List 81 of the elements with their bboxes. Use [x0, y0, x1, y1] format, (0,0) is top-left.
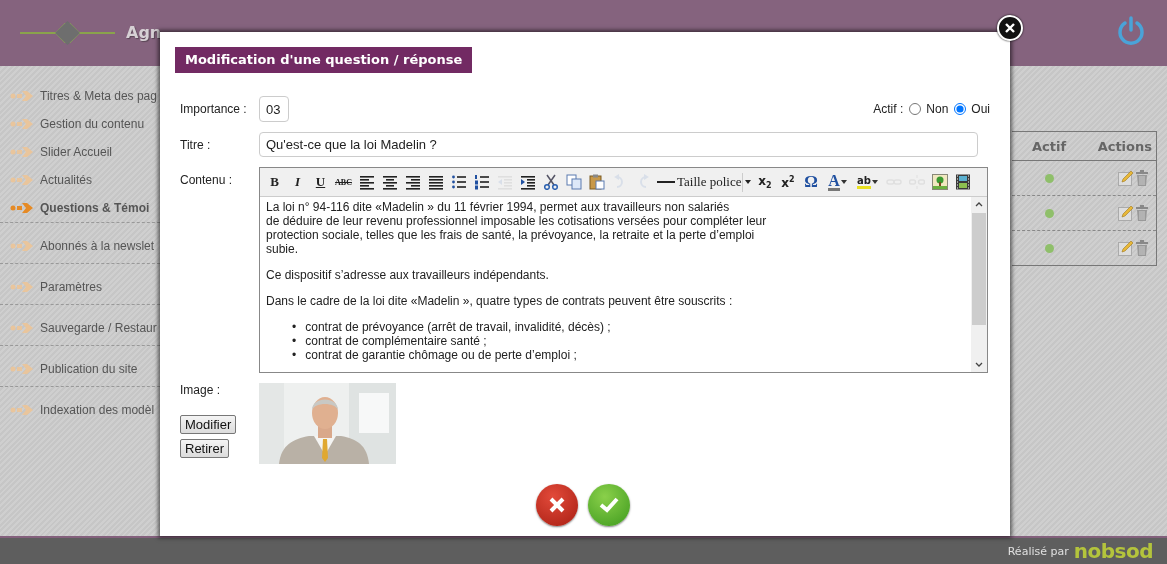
list-item: contrat de prévoyance (arrêt de travail, invalidité, décès) ;	[305, 320, 611, 334]
cancel-button[interactable]	[535, 484, 578, 526]
strikethrough-button[interactable]: ABC	[332, 171, 355, 193]
trash-icon[interactable]	[1136, 240, 1148, 256]
image-button[interactable]: Modifier	[180, 415, 237, 434]
pencil-icon[interactable]	[1118, 170, 1134, 186]
scissors-icon	[542, 174, 559, 190]
arrow-icon	[10, 117, 34, 131]
caret-icon	[871, 180, 878, 184]
nav-item[interactable]: Actualités	[0, 166, 160, 194]
field-label: Actif :	[873, 102, 904, 116]
arrow-icon	[10, 145, 34, 159]
credit-text: Réalisé par	[1007, 544, 1069, 558]
copy-icon	[565, 174, 582, 190]
check-icon	[598, 497, 619, 513]
image-button[interactable]: Retirer	[180, 439, 229, 458]
arrow-icon	[10, 362, 34, 376]
bullet: •	[292, 334, 297, 348]
list-item: contrat de complémentaire santé ;	[305, 334, 487, 348]
close-icon	[548, 497, 565, 513]
justify-icon	[427, 174, 444, 190]
landscape-image-icon	[931, 174, 948, 190]
arrow-icon	[10, 201, 34, 215]
close-icon	[1005, 23, 1015, 33]
list-item: contrat de garantie chômage ou de perte d’emploi ;	[305, 348, 577, 362]
scrollbar[interactable]	[971, 197, 987, 372]
column-header: Actions	[1096, 138, 1153, 154]
dialog-title: Modification d'une question / réponse	[175, 47, 473, 73]
bullet-list-icon	[450, 174, 467, 190]
align-left-icon	[358, 174, 375, 190]
column-header: Actif	[1030, 138, 1068, 154]
numbered-list-icon	[473, 174, 490, 190]
nav-item[interactable]: Indexation des modèl	[0, 393, 160, 427]
logo-icon	[20, 18, 115, 48]
text-color-button[interactable]: A	[822, 171, 853, 193]
field-label: Importance :	[180, 101, 248, 118]
pencil-icon[interactable]	[1118, 240, 1134, 256]
bold-button[interactable]: B	[263, 171, 286, 193]
film-icon	[954, 174, 971, 190]
font-size-select[interactable]: Taille police	[677, 171, 754, 193]
trash-icon[interactable]	[1136, 170, 1148, 186]
paragraph: La loi n° 94-116 dite «Madelin » du 11 février 1994, permet aux travailleurs non salariés de déduire de leur revenu professionnel imposable les cotisations versées pour compléter leur protection sociale, telles que les frais de santé, la prévoyance, la retraite et la perte d’emploi subie.	[266, 200, 768, 256]
field-label: Titre :	[180, 137, 212, 154]
nav-item[interactable]: Titres & Meta des pag	[0, 82, 160, 110]
caret-icon	[745, 180, 752, 184]
superscript-button[interactable]: x$^{2}$	[776, 171, 800, 193]
highlight-button[interactable]: ab	[852, 171, 883, 193]
caret-icon	[840, 180, 847, 184]
special-character-button[interactable]: Ω	[799, 171, 823, 193]
radio-button[interactable]	[909, 103, 922, 115]
arrow-icon	[10, 173, 34, 187]
importance-field[interactable]: 03	[259, 96, 289, 122]
nav-item[interactable]: Gestion du contenu	[0, 110, 160, 138]
title-field[interactable]: Qu'est-ce que la loi Madelin ?	[259, 132, 978, 157]
trash-icon[interactable]	[1136, 205, 1148, 221]
paragraph: Dans le cadre de la loi dite «Madelin », quatre types de contrats peuvent être souscrits :	[266, 294, 734, 308]
arrow-icon	[10, 89, 34, 103]
underline-button[interactable]: U	[309, 171, 332, 193]
arrow-icon	[10, 321, 34, 335]
radio-button[interactable]	[954, 103, 967, 115]
pencil-icon[interactable]	[1118, 205, 1134, 221]
horizontal-rule-icon	[656, 181, 675, 183]
field-label: Contenu :	[180, 172, 234, 189]
bullet: •	[292, 348, 297, 362]
field-label: Image :	[180, 383, 222, 397]
align-right-icon	[404, 174, 421, 190]
subscript-button[interactable]: x$_{2}$	[753, 171, 777, 193]
nav-item[interactable]: Slider Accueil	[0, 138, 160, 166]
confirm-button[interactable]	[587, 484, 630, 526]
bullet: •	[292, 320, 297, 334]
indent-icon	[519, 174, 536, 190]
arrow-icon	[10, 403, 34, 417]
radio-label: Oui	[971, 102, 990, 116]
paragraph: Ce dispositif s’adresse aux travailleurs indépendants.	[266, 268, 550, 282]
italic-button[interactable]: I	[286, 171, 309, 193]
radio-label: Non	[926, 102, 949, 116]
arrow-icon	[10, 280, 34, 294]
arrow-icon	[10, 239, 34, 253]
app-title: Agn	[126, 22, 162, 42]
align-center-icon	[381, 174, 398, 190]
clipboard-icon	[588, 174, 605, 190]
